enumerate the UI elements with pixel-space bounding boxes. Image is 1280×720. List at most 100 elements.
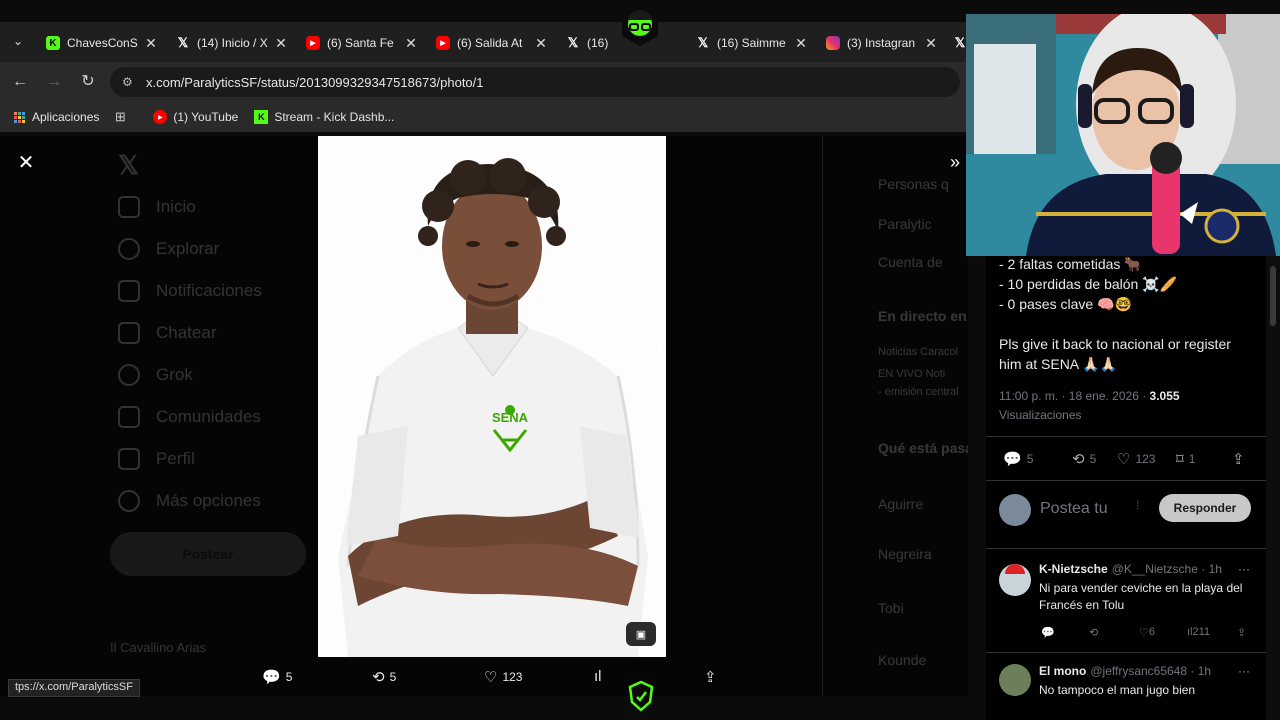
bookmark-apps[interactable]: Aplicaciones [12,110,99,124]
tab-4[interactable]: 𝕏 (16) [558,28,618,58]
apps-grid-icon [12,110,26,124]
nav-item-comunidades: Comunidades [118,406,261,428]
reply-author[interactable]: El mono @jeffrysanc65648 · 1h [1039,664,1211,678]
bookmark-label: Stream - Kick Dashb... [274,110,395,124]
reply-icon[interactable]: 💬 [1041,626,1055,639]
close-tab-icon[interactable]: ✕ [794,35,808,52]
tab-7[interactable]: 𝕏 [945,28,968,58]
reply-text: No tampoco el man jugo bien [1039,683,1196,697]
tab-1[interactable]: 𝕏 (14) Inicio / X ✕ [168,28,296,58]
reply-item[interactable]: El mono @jeffrysanc65648 · 1h ··· No tamp… [986,664,1266,720]
divider [986,480,1266,481]
tab-3[interactable]: ▶ (6) Salida At ✕ [428,28,556,58]
reply-icon: 💬 [1003,451,1022,468]
like-action[interactable]: ♡ 123 [484,668,522,686]
nav-item-notificaciones: Notificaciones [118,280,262,302]
like-button[interactable]: ♡ 123 [1117,450,1155,468]
panel-scrollbar[interactable] [1266,256,1280,720]
reply-author[interactable]: K-Nietzsche @K__Nietzsche · 1h [1039,562,1222,576]
grid-icon: ⊞ [114,109,126,124]
tab-title: ChavesConS [67,36,138,50]
share-icon[interactable]: ⇪ [1237,626,1246,639]
account-name: Il Cavallino Arias [110,640,207,655]
bookmark-youtube[interactable]: ▶ (1) YouTube [153,110,238,124]
bookmark-label: Aplicaciones [32,110,100,124]
url-text: x.com/ParalyticsSF/status/20130993293475… [146,74,484,90]
tweet-text-line: him at SENA 🙏🏻🙏🏻 [999,356,1118,372]
responder-button[interactable]: Responder [1159,494,1251,522]
back-arrow-icon[interactable]: ← [10,72,30,92]
bookmark-label: (1) YouTube [173,110,239,124]
bookmark-kick[interactable]: K Stream - Kick Dashb... [254,110,394,124]
url-input[interactable]: ⚙ x.com/ParalyticsSF/status/201309932934… [110,67,960,97]
x-logo-icon: 𝕏 [118,150,139,180]
repost-count: 5 [389,670,397,684]
close-tab-icon[interactable]: ✕ [144,35,158,52]
alt-text-icon[interactable]: ▣ [626,622,656,646]
tab-search-chevron-icon[interactable]: ⌄ [8,34,28,50]
close-media-icon[interactable]: ✕ [16,150,36,174]
nav-item-explorar: Explorar [118,238,219,260]
close-tab-icon[interactable]: ✕ [534,35,548,52]
close-tab-icon[interactable]: ✕ [924,35,938,52]
repost-button[interactable]: ⟲ 5 [1072,450,1096,468]
divider [986,548,1266,549]
kick-icon: K [46,36,60,50]
repost-icon[interactable]: ⟲ [1089,626,1098,639]
tab-2[interactable]: ▶ (6) Santa Fe ✕ [298,28,426,58]
nav-item-inicio: Inicio [118,196,196,218]
more-icon [118,490,140,512]
share-action[interactable]: ⇪ [704,668,722,686]
like-button[interactable]: ♡ 6 [1139,626,1155,639]
tweet-text-line: - 2 faltas cometidas 🐂 [999,256,1142,272]
reply-icon: 💬 [262,669,281,686]
reply-item[interactable]: K-Nietzsche @K__Nietzsche · 1h ··· Ni par… [986,562,1266,642]
tab-5[interactable]: 𝕏 (16) Saimme ✕ [688,28,816,58]
grok-icon [118,364,140,386]
tab-6[interactable]: (3) Instagran ✕ [818,28,946,58]
youtube-icon: ▶ [153,110,168,124]
streamer-avatar-logo-icon [622,8,658,46]
profile-icon [118,448,140,470]
reply-input[interactable]: Postea tu [1040,500,1108,518]
tweet-detail-panel: - 2 faltas cometidas 🐂 - 10 perdidas de … [986,256,1266,720]
player-photo-illustration: SENA [338,158,648,657]
close-tab-icon[interactable]: ✕ [404,35,418,52]
reply-text: Ni para vender ceviche en la playa del F… [1039,581,1243,612]
more-options-icon[interactable]: ··· [1238,562,1250,576]
tweet-timestamp[interactable]: 11:00 p. m. · 18 ene. 2026 · 3.055 [999,389,1180,403]
tab-bar: ⌄ K ChavesConS ✕ 𝕏 (14) Inicio / X ✕ ▶ (… [0,22,968,62]
share-icon: ⇪ [1232,451,1245,468]
repost-action[interactable]: ⟲ 5 [372,668,396,686]
share-button[interactable]: ⇪ [1232,450,1250,468]
repost-icon: ⟲ [372,669,385,686]
tab-title: (14) Inicio / X [197,36,268,50]
forward-arrow-icon[interactable]: → [44,72,64,92]
x-icon: 𝕏 [177,35,189,50]
drag-handle-icon[interactable]: ⁞ [1136,498,1139,512]
reply-action[interactable]: 💬 5 [262,668,292,686]
reload-icon[interactable]: ↻ [78,72,98,92]
expand-panel-icon[interactable]: » [950,152,960,173]
tweet-text-line: - 0 pases clave 🧠🤓 [999,296,1132,312]
tab-title: (3) Instagran [847,36,916,50]
more-options-icon[interactable]: ··· [1238,664,1250,678]
bookmark-grid[interactable]: ⊞ [113,109,133,124]
nav-item-grok: Grok [118,364,193,386]
kick-icon: K [254,110,269,124]
tab-0[interactable]: K ChavesConS ✕ [38,28,166,58]
close-tab-icon[interactable]: ✕ [274,35,288,52]
bookmark-button[interactable]: ⌑ 1 [1176,450,1195,468]
reply-button[interactable]: 💬 5 [1003,450,1033,468]
views-stat[interactable]: ıl 211 [1187,626,1210,638]
site-settings-icon[interactable]: ⚙ [122,75,136,89]
tweet-text-line: - 10 perdidas de balón ☠️🥖 [999,276,1178,292]
avatar [999,494,1031,526]
mail-icon [118,322,140,344]
bell-icon [118,280,140,302]
tweet-text-line: Pls give it back to nacional or register [999,336,1231,352]
scrollbar-thumb[interactable] [1270,266,1276,326]
share-icon: ⇪ [704,669,717,686]
views-action[interactable]: ıl [594,668,607,685]
stream-shield-logo-icon [628,680,654,712]
